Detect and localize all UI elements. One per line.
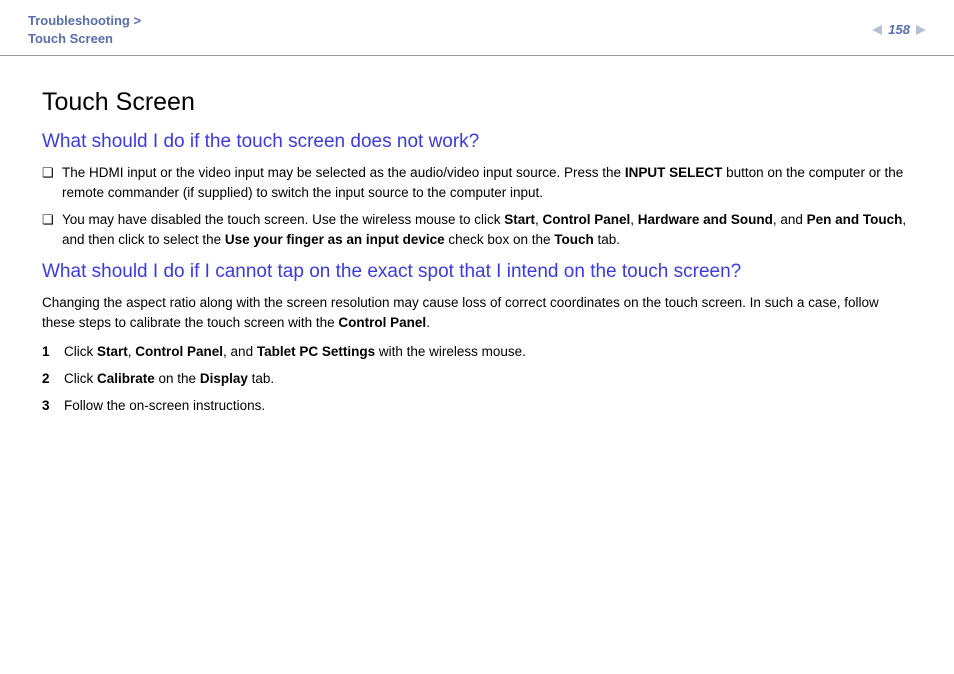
bullet-item: ❏ The HDMI input or the video input may … xyxy=(42,163,912,202)
bullet-text: The HDMI input or the video input may be… xyxy=(62,163,912,202)
step-text: Click Start, Control Panel, and Tablet P… xyxy=(64,342,912,362)
page-number: 158 xyxy=(888,22,910,37)
page-title: Touch Screen xyxy=(42,88,912,117)
bullet-text: You may have disabled the touch screen. … xyxy=(62,210,912,249)
step-number: 2 xyxy=(42,369,64,389)
bullet-item: ❏ You may have disabled the touch screen… xyxy=(42,210,912,249)
page-number-nav: 158 xyxy=(872,12,926,37)
bullet-icon: ❏ xyxy=(42,163,62,182)
breadcrumb: Troubleshooting > Touch Screen xyxy=(28,12,141,47)
step-text: Follow the on-screen instructions. xyxy=(64,396,912,416)
bullet-icon: ❏ xyxy=(42,210,62,229)
question-2-intro: Changing the aspect ratio along with the… xyxy=(42,293,912,332)
question-1-bullets: ❏ The HDMI input or the video input may … xyxy=(42,163,912,249)
content: Touch Screen What should I do if the tou… xyxy=(0,56,954,432)
step-text: Click Calibrate on the Display tab. xyxy=(64,369,912,389)
prev-page-icon[interactable] xyxy=(872,25,882,35)
page-header: Troubleshooting > Touch Screen 158 xyxy=(0,0,954,56)
next-page-icon[interactable] xyxy=(916,25,926,35)
step-item: 2 Click Calibrate on the Display tab. xyxy=(42,369,912,389)
breadcrumb-sep: > xyxy=(130,13,141,28)
step-number: 1 xyxy=(42,342,64,362)
question-2-heading: What should I do if I cannot tap on the … xyxy=(42,261,912,283)
question-1-heading: What should I do if the touch screen doe… xyxy=(42,131,912,153)
page: Troubleshooting > Touch Screen 158 Touch… xyxy=(0,0,954,432)
breadcrumb-parent: Troubleshooting xyxy=(28,13,130,28)
step-number: 3 xyxy=(42,396,64,416)
question-2-steps: 1 Click Start, Control Panel, and Tablet… xyxy=(42,342,912,415)
step-item: 1 Click Start, Control Panel, and Tablet… xyxy=(42,342,912,362)
step-item: 3 Follow the on-screen instructions. xyxy=(42,396,912,416)
breadcrumb-current: Touch Screen xyxy=(28,31,113,46)
